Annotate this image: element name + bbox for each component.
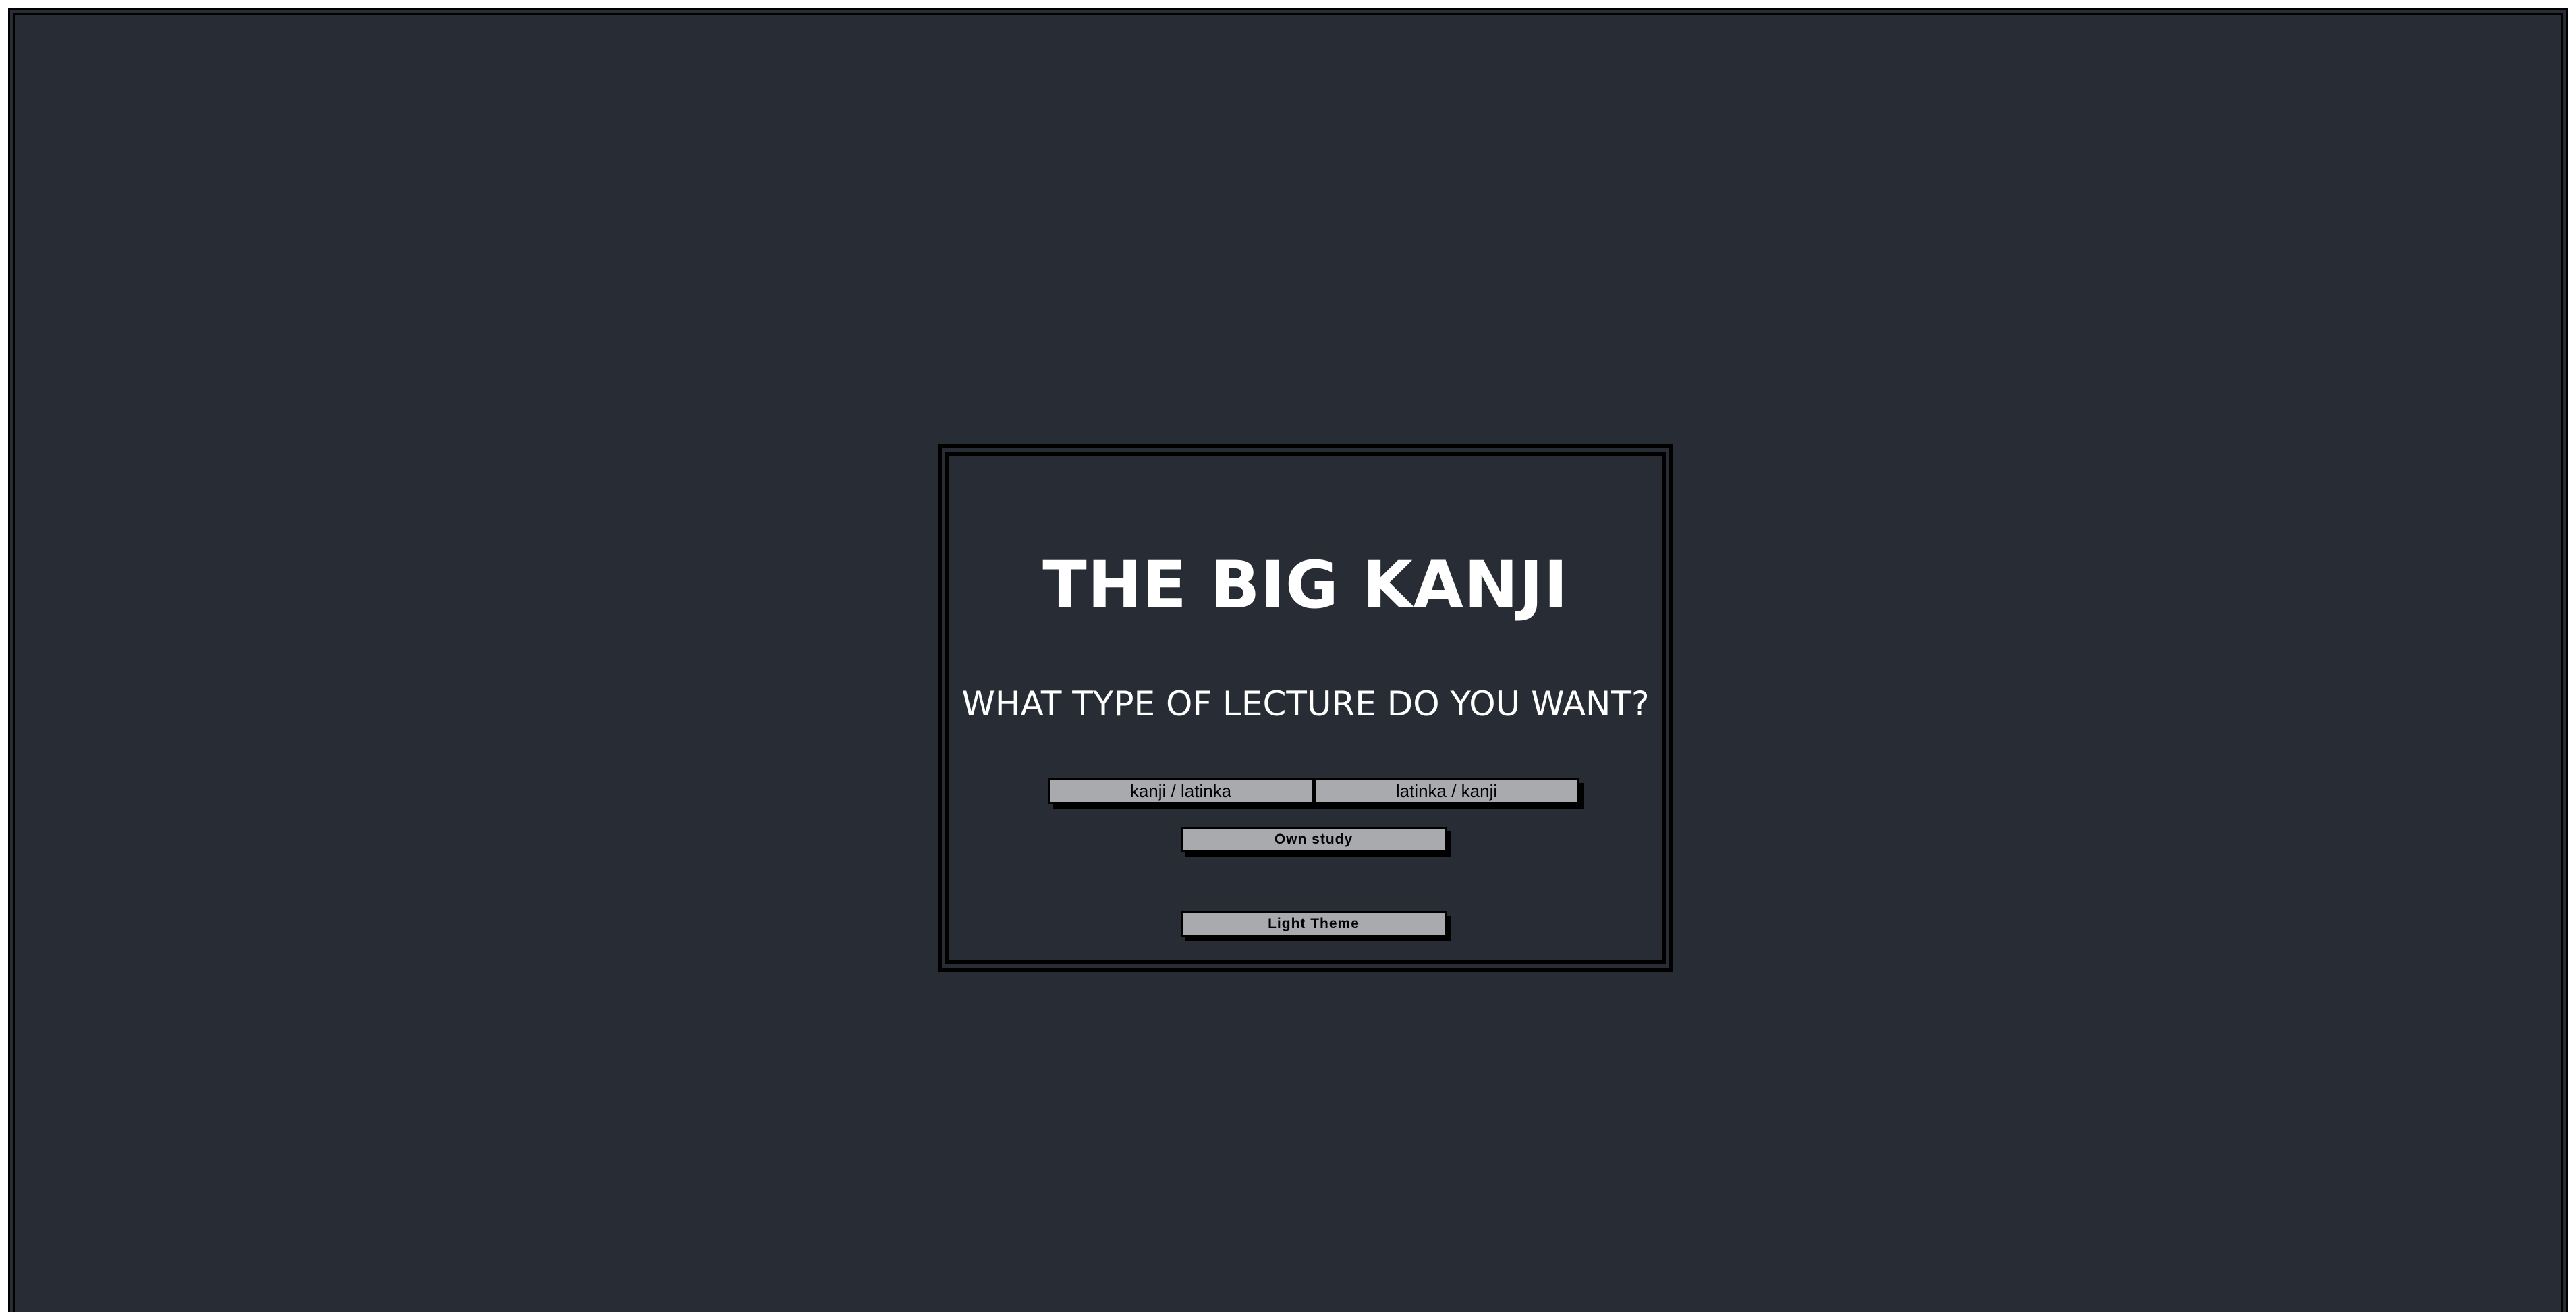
lecture-type-question: WHAT TYPE OF LECTURE DO YOU WANT? — [961, 684, 1650, 723]
menu-panel: THE BIG KANJI WHAT TYPE OF LECTURE DO YO… — [938, 444, 1673, 972]
kanji-latinka-button[interactable]: kanji / latinka — [1048, 778, 1314, 804]
latinka-kanji-button[interactable]: latinka / kanji — [1314, 778, 1579, 804]
app-title: THE BIG KANJI — [1042, 547, 1569, 623]
light-theme-button[interactable]: Light Theme — [1181, 911, 1447, 937]
own-study-button[interactable]: Own study — [1181, 827, 1447, 852]
app-frame: THE BIG KANJI WHAT TYPE OF LECTURE DO YO… — [8, 8, 2568, 1312]
